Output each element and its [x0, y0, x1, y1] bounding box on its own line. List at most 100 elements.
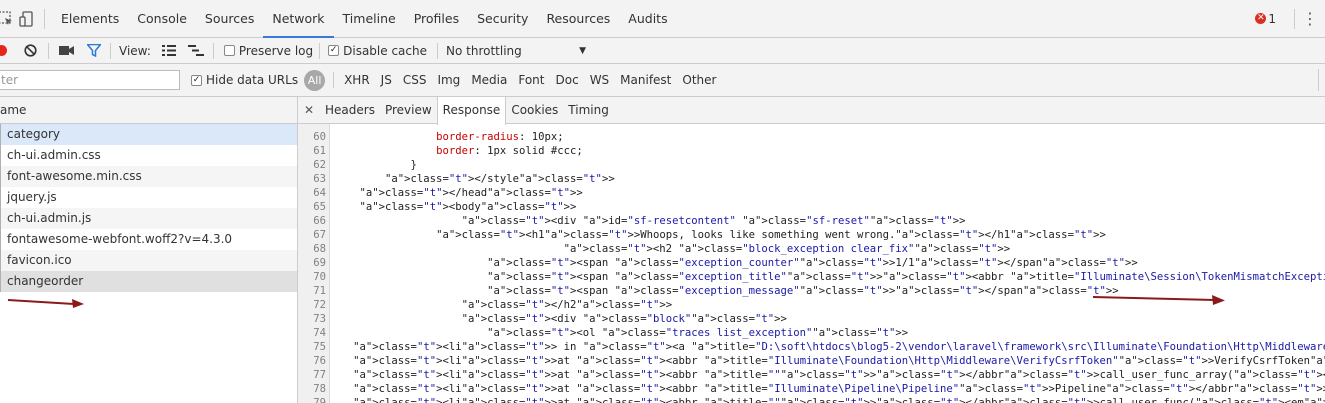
line-number: 73 — [313, 313, 326, 325]
code-text: "a">class="t"><div "a">class="block""a">… — [461, 313, 787, 325]
code-text: } — [334, 159, 417, 171]
code-text: "a">class="t"><div "a">id="sf-resetconte… — [461, 215, 966, 227]
request-row[interactable]: jquery.js — [0, 187, 297, 208]
hide-data-urls-checkbox[interactable]: ✓ Hide data URLs — [191, 73, 298, 87]
response-viewer[interactable]: ~~~ ~~~~~~ ~~~~~ ~~~~~~60 border-radius:… — [298, 124, 1325, 403]
line-number: 68 — [313, 243, 326, 255]
tab-console[interactable]: Console — [128, 0, 196, 38]
line-number: 60 — [313, 131, 326, 143]
disable-cache-label: Disable cache — [343, 43, 427, 58]
tab-timeline[interactable]: Timeline — [334, 0, 405, 38]
filter-type-ws[interactable]: WS — [590, 73, 609, 87]
large-rows-icon[interactable] — [161, 45, 177, 56]
toolbar-divider-2 — [110, 42, 111, 59]
code-line: 75 "a">class="t"><li"a">class="t">> in "… — [298, 340, 1325, 354]
close-detail-icon[interactable]: ✕ — [298, 97, 320, 123]
tab-audits[interactable]: Audits — [619, 0, 676, 38]
toolbar-divider-4 — [319, 42, 321, 59]
toolbar-divider-3 — [212, 42, 214, 59]
preserve-log-check-icon — [223, 45, 235, 56]
detail-tab-response[interactable]: Response — [436, 97, 507, 125]
code-line: 63 "a">class="t"></style"a">class="t">> — [298, 172, 1325, 186]
detail-tab-preview[interactable]: Preview — [380, 97, 437, 123]
request-row[interactable]: ch-ui.admin.css — [0, 145, 297, 166]
tab-sources[interactable]: Sources — [196, 0, 263, 38]
filter-type-other[interactable]: Other — [682, 73, 716, 87]
code-line: 68 "a">class="t"><h2 "a">class="block_ex… — [298, 242, 1325, 256]
line-number: 77 — [313, 369, 326, 381]
code-line: 79 "a">class="t"><li"a">class="t">>at "a… — [298, 396, 1325, 403]
request-row[interactable]: font-awesome.min.css — [0, 166, 297, 187]
detail-tab-cookies[interactable]: Cookies — [506, 97, 563, 123]
clear-icon[interactable] — [21, 44, 39, 57]
filter-bar: ter ✓ Hide data URLs All XHR JS CSS Img Medi… — [0, 64, 1325, 97]
code-text: "a">class="t"><li"a">class="t">>at "a">c… — [353, 355, 1325, 367]
error-badge[interactable]: ✕ 1 — [1255, 12, 1276, 26]
filter-icon[interactable] — [86, 44, 102, 57]
request-row[interactable]: favicon.ico — [0, 250, 297, 271]
toolbar-divider-5 — [437, 42, 438, 59]
tabbar-divider — [44, 8, 45, 29]
detail-tab-headers[interactable]: Headers — [320, 97, 380, 123]
inspect-element-icon[interactable] — [0, 0, 16, 38]
filter-type-media[interactable]: Media — [471, 73, 507, 87]
tab-profiles[interactable]: Profiles — [405, 0, 468, 38]
capture-screenshots-icon[interactable] — [58, 45, 74, 56]
request-row[interactable]: category — [0, 124, 297, 145]
tab-security[interactable]: Security — [468, 0, 537, 38]
view-label: View: — [119, 43, 151, 58]
code-text: "a">class="t"><li"a">class="t">>at "a">c… — [353, 369, 1325, 381]
code-line: 67 "a">class="t"><h1"a">class="t">>Whoop… — [298, 228, 1325, 242]
line-number: 74 — [313, 327, 326, 339]
line-number: 72 — [313, 299, 326, 311]
line-number: 67 — [313, 229, 326, 241]
annotation-arrow-right — [1093, 295, 1225, 305]
code-line: 62 } — [298, 158, 1325, 172]
filter-all-button[interactable]: All — [304, 69, 326, 91]
tab-elements[interactable]: Elements — [52, 0, 128, 38]
request-row[interactable]: ch-ui.admin.js — [0, 208, 297, 229]
filter-type-xhr[interactable]: XHR — [344, 73, 370, 87]
request-detail-pane: ✕ HeadersPreviewResponseCookiesTiming ~~… — [298, 97, 1325, 403]
code-line: 77 "a">class="t"><li"a">class="t">>at "a… — [298, 368, 1325, 382]
detail-tab-timing[interactable]: Timing — [563, 97, 614, 123]
disable-cache-checkbox[interactable]: ✓ Disable cache — [328, 44, 427, 58]
filter-input[interactable]: ter — [0, 70, 180, 90]
code-text: "a">class="t"><h1"a">class="t">>Whoops, … — [436, 229, 1106, 241]
device-mode-icon[interactable] — [16, 0, 38, 38]
line-number: 66 — [313, 215, 326, 227]
name-column-header[interactable]: ame — [0, 97, 297, 124]
line-number: 70 — [313, 271, 326, 283]
tab-network[interactable]: Network — [263, 0, 334, 38]
code-line: 61 border: 1px solid #ccc; — [298, 144, 1325, 158]
filter-type-css[interactable]: CSS — [403, 73, 427, 87]
request-row[interactable]: fontawesome-webfont.woff2?v=4.3.0 — [0, 229, 297, 250]
tab-resources[interactable]: Resources — [537, 0, 619, 38]
filter-divider — [333, 72, 335, 88]
throttling-value: No throttling — [446, 43, 522, 58]
record-icon[interactable] — [0, 45, 7, 56]
more-options-icon[interactable]: ⋮ — [1295, 9, 1325, 28]
throttling-select[interactable]: No throttling ▼ — [446, 44, 586, 58]
filter-type-font[interactable]: Font — [518, 73, 544, 87]
overview-waterfall-icon[interactable] — [187, 45, 205, 56]
error-count: 1 — [1268, 11, 1276, 26]
filter-type-js[interactable]: JS — [381, 73, 392, 87]
code-text: "a">class="t"><li"a">class="t">> in "a">… — [353, 341, 1325, 353]
hide-data-urls-label: Hide data URLs — [206, 73, 299, 87]
code-text: "a">class="t"></style"a">class="t">> — [385, 173, 615, 185]
devtools-tabbar: Elements Console Sources Network Timeline Pro… — [0, 0, 1325, 38]
filter-type-img[interactable]: Img — [437, 73, 460, 87]
filter-type-manifest[interactable]: Manifest — [620, 73, 671, 87]
line-number: 61 — [313, 145, 326, 157]
code-line: 69 "a">class="t"><span "a">class="except… — [298, 256, 1325, 270]
line-number: 63 — [313, 173, 326, 185]
code-line: 73 "a">class="t"><div "a">class="block""… — [298, 312, 1325, 326]
request-row[interactable]: changeorder — [0, 271, 297, 292]
filter-type-doc[interactable]: Doc — [556, 73, 579, 87]
code-line: 76 "a">class="t"><li"a">class="t">>at "a… — [298, 354, 1325, 368]
request-rows: category ch-ui.admin.css font-awesome.min.… — [0, 124, 297, 292]
preserve-log-checkbox[interactable]: Preserve log — [223, 44, 313, 58]
line-number: 64 — [313, 187, 326, 199]
line-number: 69 — [313, 257, 326, 269]
